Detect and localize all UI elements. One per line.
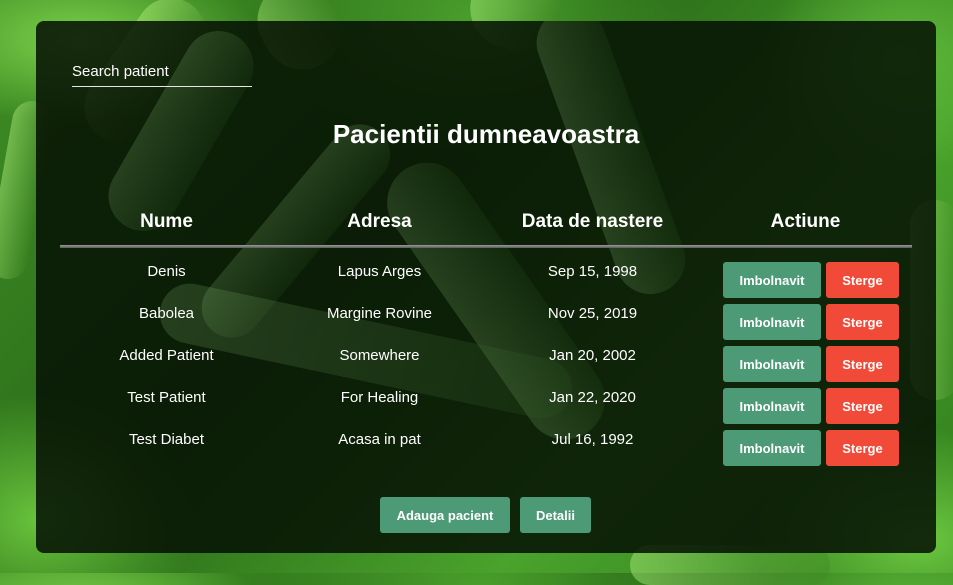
row-actions: Imbolnavit Sterge (723, 346, 912, 382)
row-actions: Imbolnavit Sterge (723, 262, 912, 298)
patient-address: Lapus Arges (337, 263, 422, 280)
table-row: Babolea Margine Rovine Nov 25, 2019 Imbo… (60, 304, 912, 346)
page-title: Pacientii dumneavoastra (332, 119, 640, 149)
patient-birthdate: Jan 20, 2002 (549, 347, 636, 364)
header-divider (60, 245, 912, 248)
patient-birthdate: Jan 22, 2020 (549, 389, 636, 406)
patients-panel: Search patient Pacientii dumneavoastra N… (36, 21, 936, 553)
table-header: Nume Adresa Data de nastere Actiune (60, 211, 912, 239)
patient-address: Margine Rovine (326, 305, 433, 322)
patient-address: For Healing (340, 389, 419, 406)
mark-sick-button[interactable]: Imbolnavit (723, 304, 821, 340)
patient-address: Acasa in pat (338, 431, 421, 448)
patient-name: Babolea (138, 305, 195, 322)
patient-birthdate: Jul 16, 1992 (551, 431, 634, 448)
patient-birthdate: Nov 25, 2019 (547, 305, 638, 322)
delete-button[interactable]: Sterge (826, 388, 899, 424)
row-actions: Imbolnavit Sterge (723, 304, 912, 340)
row-actions: Imbolnavit Sterge (723, 388, 912, 424)
search-placeholder: Search patient (72, 63, 169, 80)
column-header-action: Actiune (770, 211, 841, 232)
search-input[interactable]: Search patient (72, 61, 252, 87)
mark-sick-button[interactable]: Imbolnavit (723, 262, 821, 298)
patient-birthdate: Sep 15, 1998 (547, 263, 638, 280)
table-row: Added Patient Somewhere Jan 20, 2002 Imb… (60, 346, 912, 388)
patient-name: Test Patient (127, 389, 206, 406)
mark-sick-button[interactable]: Imbolnavit (723, 388, 821, 424)
patient-name: Added Patient (119, 347, 214, 364)
patient-address: Somewhere (339, 347, 420, 364)
table-row: Test Patient For Healing Jan 22, 2020 Im… (60, 388, 912, 430)
column-header-birthdate: Data de nastere (521, 211, 664, 232)
add-patient-button[interactable]: Adauga pacient (380, 497, 510, 533)
table-row: Test Diabet Acasa in pat Jul 16, 1992 Im… (60, 430, 912, 472)
patient-name: Denis (147, 263, 186, 280)
mark-sick-button[interactable]: Imbolnavit (723, 430, 821, 466)
table-row: Denis Lapus Arges Sep 15, 1998 Imbolnavi… (60, 262, 912, 304)
delete-button[interactable]: Sterge (826, 346, 899, 382)
delete-button[interactable]: Sterge (826, 430, 899, 466)
details-button[interactable]: Detalii (520, 497, 591, 533)
row-actions: Imbolnavit Sterge (723, 430, 912, 466)
column-header-name: Nume (140, 211, 193, 232)
delete-button[interactable]: Sterge (826, 304, 899, 340)
mark-sick-button[interactable]: Imbolnavit (723, 346, 821, 382)
column-header-address: Adresa (347, 211, 412, 232)
patient-name: Test Diabet (128, 431, 205, 448)
delete-button[interactable]: Sterge (826, 262, 899, 298)
